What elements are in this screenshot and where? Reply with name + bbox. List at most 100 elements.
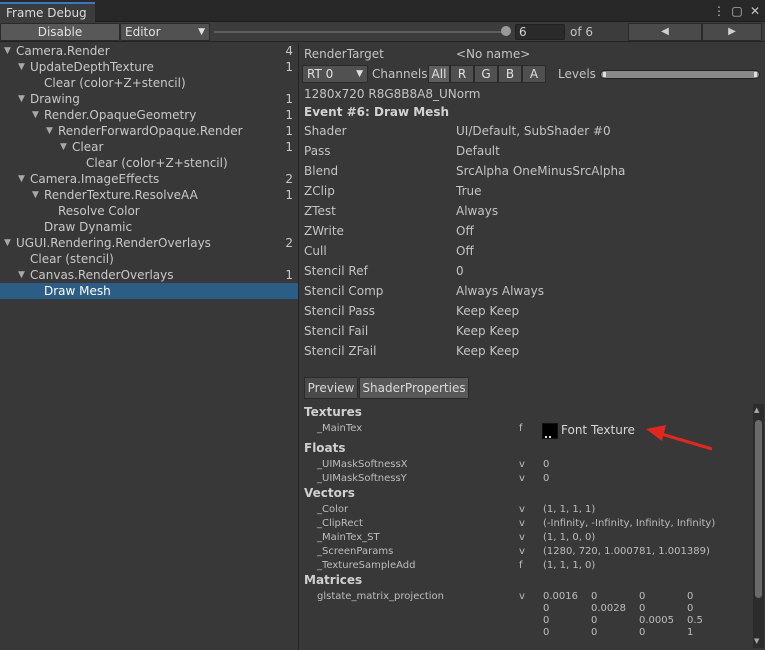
- event-detail-value: Always Always: [456, 284, 544, 298]
- rt-dropdown-value: RT 0: [307, 67, 334, 81]
- more-icon[interactable]: ⋮: [713, 2, 725, 20]
- window-titlebar: Frame Debug ⋮ ▢ ✕: [0, 0, 765, 22]
- tree-item[interactable]: ▼ RenderForwardOpaque.Render 1: [0, 123, 298, 139]
- tab-frame-debug[interactable]: Frame Debug: [0, 2, 95, 22]
- tree-item[interactable]: Clear (color+Z+stencil): [0, 155, 298, 171]
- event-detail-row: Cull Off: [300, 241, 765, 261]
- matrix-cell: 0: [543, 627, 550, 638]
- chevron-right-icon: ▶: [728, 26, 736, 37]
- shader-properties-panel: Textures _MainTex f Font Texture Floats …: [300, 403, 752, 650]
- levels-label: Levels: [558, 67, 596, 81]
- event-index-input[interactable]: 6: [515, 24, 565, 40]
- expand-arrow-icon[interactable]: ▼: [18, 171, 25, 187]
- floats-heading: Floats: [304, 441, 346, 455]
- tree-item-label: Render.OpaqueGeometry: [44, 108, 197, 122]
- event-count-label: of 6: [570, 25, 594, 39]
- channel-g-button[interactable]: G: [474, 65, 498, 83]
- event-detail-value: Off: [456, 244, 474, 258]
- tree-item-label: Draw Mesh: [44, 284, 111, 298]
- expand-arrow-icon[interactable]: ▼: [4, 43, 11, 59]
- expand-arrow-icon[interactable]: ▼: [18, 267, 25, 283]
- disable-button[interactable]: Disable: [0, 23, 120, 41]
- rt-dropdown[interactable]: RT 0 ▼: [302, 65, 368, 83]
- matrix-cell: 0: [543, 603, 550, 614]
- event-detail-value: Default: [456, 144, 500, 158]
- expand-arrow-icon[interactable]: ▼: [60, 139, 67, 155]
- matrix-cell: 0: [687, 591, 694, 602]
- expand-arrow-icon[interactable]: ▼: [46, 123, 53, 139]
- tree-item[interactable]: ▼ Canvas.RenderOverlays 1: [0, 267, 298, 283]
- channel-b-button[interactable]: B: [498, 65, 522, 83]
- texture-thumbnail[interactable]: [542, 423, 558, 439]
- expand-arrow-icon[interactable]: ▼: [32, 187, 39, 203]
- tree-item[interactable]: Clear (color+Z+stencil): [0, 75, 298, 91]
- tree-item[interactable]: Clear (stencil): [0, 251, 298, 267]
- event-detail-value: Keep Keep: [456, 324, 520, 338]
- tree-item[interactable]: Resolve Color: [0, 203, 298, 219]
- event-detail-row: Blend SrcAlpha OneMinusSrcAlpha: [300, 161, 765, 181]
- scrollbar-thumb[interactable]: [755, 420, 762, 598]
- tree-item[interactable]: ▼ UpdateDepthTexture 1: [0, 59, 298, 75]
- matrix-type: v: [519, 591, 525, 602]
- tree-item-label: Camera.Render: [16, 44, 110, 58]
- tree-item-label: Camera.ImageEffects: [30, 172, 160, 186]
- tree-item[interactable]: ▼ RenderTexture.ResolveAA 1: [0, 187, 298, 203]
- expand-arrow-icon[interactable]: ▼: [18, 59, 25, 75]
- chevron-left-icon: ◀: [661, 26, 669, 37]
- levels-slider[interactable]: [600, 70, 760, 79]
- tab-shader-properties[interactable]: ShaderProperties: [359, 377, 469, 399]
- event-detail-value: 0: [456, 264, 464, 278]
- event-detail-row: ZTest Always: [300, 201, 765, 221]
- tree-item[interactable]: ▼ Render.OpaqueGeometry 1: [0, 107, 298, 123]
- float-value: 0: [543, 459, 550, 470]
- event-detail-label: ZWrite: [304, 224, 344, 238]
- prev-event-button[interactable]: ◀: [628, 23, 702, 41]
- tree-item-count: 1: [285, 60, 293, 74]
- matrix-cell: 0: [687, 603, 694, 614]
- channel-a-button[interactable]: A: [522, 65, 546, 83]
- maximize-icon[interactable]: ▢: [731, 2, 743, 20]
- scroll-up-icon[interactable]: ▲: [754, 406, 759, 414]
- close-icon[interactable]: ✕: [749, 2, 761, 20]
- chevron-down-icon: ▼: [356, 69, 363, 79]
- target-dropdown[interactable]: Editor ▼: [120, 23, 210, 41]
- tree-item[interactable]: ▼ Drawing 1: [0, 91, 298, 107]
- scroll-down-icon[interactable]: ▼: [754, 637, 759, 645]
- properties-scrollbar[interactable]: ▲ ▼: [753, 404, 764, 648]
- event-detail-row: Stencil ZFail Keep Keep: [300, 341, 765, 361]
- expand-arrow-icon[interactable]: ▼: [18, 91, 25, 107]
- event-tree: ▼ Camera.Render 4 ▼ UpdateDepthTexture 1 Clear…: [0, 43, 299, 650]
- tree-item[interactable]: ▼ Camera.Render 4: [0, 43, 298, 59]
- channel-r-button[interactable]: R: [450, 65, 474, 83]
- tree-item[interactable]: Draw Dynamic: [0, 219, 298, 235]
- event-detail-label: Stencil Ref: [304, 264, 368, 278]
- annotation-arrow: [646, 425, 713, 451]
- tree-item[interactable]: ▼ UGUI.Rendering.RenderOverlays 2: [0, 235, 298, 251]
- channel-all-button[interactable]: All: [428, 65, 450, 83]
- next-event-button[interactable]: ▶: [702, 23, 762, 41]
- event-slider-thumb[interactable]: [501, 26, 511, 36]
- matrix-cell: 0: [591, 591, 598, 602]
- expand-arrow-icon[interactable]: ▼: [4, 235, 11, 251]
- matrix-cell: 0.0005: [639, 615, 674, 626]
- float-name: _UIMaskSoftnessY: [317, 473, 407, 484]
- event-detail-label: Cull: [304, 244, 327, 258]
- float-type: v: [519, 473, 525, 484]
- tree-item[interactable]: ▼ Camera.ImageEffects 2: [0, 171, 298, 187]
- vector-value: (1, 1, 1, 1): [543, 504, 596, 515]
- event-detail-label: ZClip: [304, 184, 335, 198]
- vector-value: (1, 1, 1, 0): [543, 560, 596, 571]
- event-detail-row: Stencil Pass Keep Keep: [300, 301, 765, 321]
- tab-preview[interactable]: Preview: [304, 377, 358, 399]
- event-detail-row: Stencil Comp Always Always: [300, 281, 765, 301]
- arrow-head: [646, 425, 666, 441]
- vector-type: v: [519, 532, 525, 543]
- expand-arrow-icon[interactable]: ▼: [32, 107, 39, 123]
- vector-value: (-Infinity, -Infinity, Infinity, Infinit…: [543, 518, 716, 529]
- event-detail-row: Stencil Ref 0: [300, 261, 765, 281]
- vector-type: f: [519, 560, 523, 571]
- tree-item[interactable]: Draw Mesh: [0, 283, 298, 299]
- event-slider[interactable]: [214, 31, 508, 33]
- tree-item[interactable]: ▼ Clear 1: [0, 139, 298, 155]
- tree-item-label: Clear (stencil): [30, 252, 114, 266]
